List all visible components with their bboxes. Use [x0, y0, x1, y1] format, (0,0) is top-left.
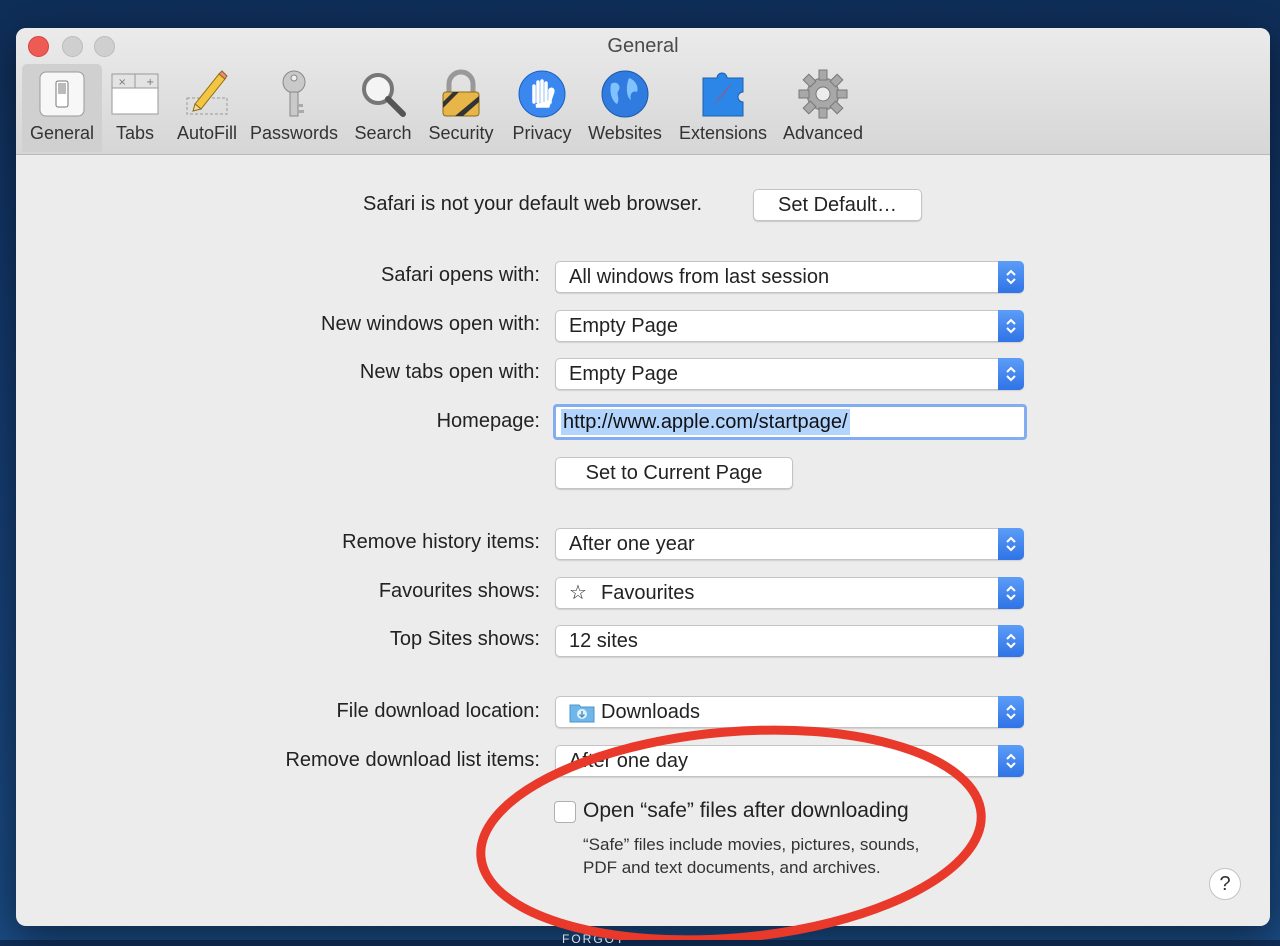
- tab-label: Passwords: [249, 123, 339, 143]
- tab-websites[interactable]: Websites: [583, 64, 667, 152]
- popup-value: After one year: [569, 533, 695, 555]
- popup-value: 12 sites: [569, 630, 638, 652]
- homepage-label: Homepage:: [436, 410, 540, 432]
- popup-value: Downloads: [601, 701, 700, 723]
- open-safe-files-checkbox[interactable]: [554, 801, 576, 823]
- tab-general[interactable]: General: [22, 64, 102, 152]
- window-title: General: [607, 35, 679, 57]
- tab-label: Search: [354, 123, 412, 143]
- chevron-updown-icon: [998, 528, 1024, 560]
- gear-icon: [797, 68, 849, 120]
- open-safe-files-label: Open “safe” files after downloading: [583, 799, 909, 822]
- file-download-location-label: File download location:: [336, 700, 540, 722]
- new-windows-open-with-popup[interactable]: Empty Page: [555, 310, 1024, 342]
- titlebar: General General × + Tabs AutoFill Passwor…: [16, 28, 1270, 155]
- tab-search[interactable]: Search: [349, 64, 417, 152]
- new-tabs-open-with-label: New tabs open with:: [359, 361, 540, 383]
- background-text: FORGOT: [562, 932, 626, 946]
- tab-extensions[interactable]: Extensions: [674, 64, 772, 152]
- popup-value: Empty Page: [569, 363, 678, 385]
- tab-label: AutoFill: [176, 123, 238, 143]
- star-icon: ☆: [569, 582, 587, 604]
- default-browser-message: Safari is not your default web browser.: [363, 193, 703, 215]
- padlock-icon: [435, 68, 487, 120]
- hand-icon: [516, 68, 568, 120]
- magnifier-icon: [357, 68, 409, 120]
- set-to-current-page-button[interactable]: Set to Current Page: [555, 457, 793, 489]
- remove-download-list-items-label: Remove download list items:: [285, 749, 540, 771]
- chevron-updown-icon: [998, 577, 1024, 609]
- open-safe-files-description: “Safe” files include movies, pictures, s…: [583, 835, 920, 877]
- favourites-shows-popup[interactable]: ☆ Favourites: [555, 577, 1024, 609]
- tab-autofill[interactable]: AutoFill: [168, 64, 246, 152]
- remove-download-list-items-popup[interactable]: After one day: [555, 745, 1024, 777]
- popup-value: All windows from last session: [569, 266, 830, 288]
- popup-value: After one day: [569, 750, 688, 772]
- tab-passwords[interactable]: Passwords: [248, 64, 340, 152]
- key-icon: [268, 68, 320, 120]
- tab-advanced[interactable]: Advanced: [778, 64, 868, 152]
- tab-label: Websites: [588, 123, 662, 143]
- puzzle-compass-icon: [697, 68, 749, 120]
- tab-security[interactable]: Security: [422, 64, 500, 152]
- tab-tabs[interactable]: × + Tabs: [105, 64, 165, 152]
- chevron-updown-icon: [998, 261, 1024, 293]
- globe-icon: [599, 68, 651, 120]
- svg-text:×: ×: [118, 77, 126, 88]
- homepage-value: http://www.apple.com/startpage/: [561, 409, 850, 435]
- set-default-button[interactable]: Set Default…: [753, 189, 922, 221]
- tab-label: Security: [428, 123, 494, 143]
- tab-label: Tabs: [115, 123, 155, 143]
- popup-value: Favourites: [601, 582, 695, 604]
- general-pane: Safari is not your default web browser. …: [16, 155, 1270, 926]
- safari-preferences-window: General General × + Tabs AutoFill Passwor…: [16, 28, 1270, 926]
- tab-label: Privacy: [512, 123, 572, 143]
- new-tabs-open-with-popup[interactable]: Empty Page: [555, 358, 1024, 390]
- pencil-icon: [181, 68, 233, 120]
- tab-label: Advanced: [782, 123, 864, 143]
- remove-history-items-label: Remove history items:: [342, 531, 540, 553]
- safari-opens-with-label: Safari opens with:: [381, 264, 540, 286]
- homepage-field[interactable]: http://www.apple.com/startpage/: [553, 404, 1027, 440]
- safari-opens-with-popup[interactable]: All windows from last session: [555, 261, 1024, 293]
- file-download-location-popup[interactable]: Downloads: [555, 696, 1024, 728]
- remove-history-items-popup[interactable]: After one year: [555, 528, 1024, 560]
- downloads-folder-icon: [569, 701, 595, 732]
- chevron-updown-icon: [998, 696, 1024, 728]
- new-windows-open-with-label: New windows open with:: [321, 313, 540, 335]
- chevron-updown-icon: [998, 625, 1024, 657]
- chevron-updown-icon: [998, 358, 1024, 390]
- tab-privacy[interactable]: Privacy: [505, 64, 579, 152]
- tab-label: General: [29, 123, 95, 143]
- chevron-updown-icon: [998, 310, 1024, 342]
- top-sites-shows-label: Top Sites shows:: [389, 628, 540, 650]
- svg-text:+: +: [146, 77, 154, 88]
- top-sites-shows-popup[interactable]: 12 sites: [555, 625, 1024, 657]
- tab-label: Extensions: [678, 123, 768, 143]
- chevron-updown-icon: [998, 745, 1024, 777]
- help-button[interactable]: ?: [1209, 868, 1241, 900]
- popup-value: Empty Page: [569, 315, 678, 337]
- general-switch-icon: [36, 68, 88, 120]
- tabs-icon: × +: [109, 68, 161, 120]
- favourites-shows-label: Favourites shows:: [378, 580, 540, 602]
